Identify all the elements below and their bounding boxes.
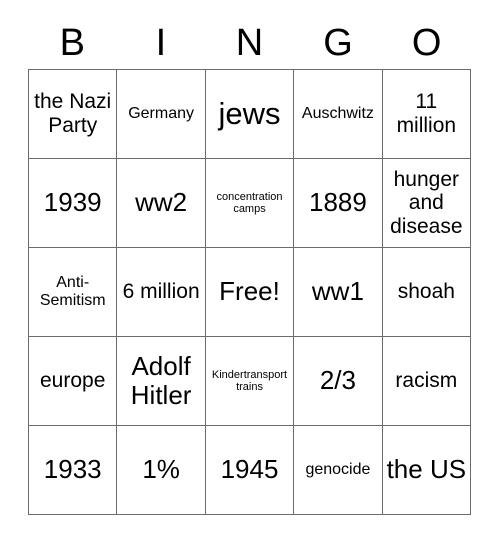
bingo-cell[interactable]: the Nazi Party (29, 70, 118, 158)
bingo-cell-label: Free! (219, 276, 280, 307)
bingo-cell[interactable]: concentration camps (205, 159, 295, 247)
bingo-cell-label: ww2 (135, 187, 188, 218)
bingo-header-letter-b: B (59, 22, 85, 64)
bingo-cell-label: 11 million (396, 90, 457, 137)
bingo-cell[interactable]: 1933 (29, 426, 118, 514)
bingo-cell[interactable]: europe (29, 337, 118, 425)
bingo-cell-label: 6 million (122, 280, 200, 304)
bingo-header-row: B I N G O (28, 18, 471, 68)
bingo-card: B I N G O the Nazi Party Germany jews Au… (0, 0, 500, 544)
bingo-cell-label: ww1 (311, 276, 364, 307)
bingo-cell-label: Anti-Semitism (39, 274, 106, 309)
bingo-header-letter-i: I (155, 22, 167, 64)
bingo-cell-free[interactable]: Free! (205, 248, 295, 336)
bingo-row: Anti-Semitism 6 million Free! ww1 shoah (29, 248, 471, 337)
bingo-cell[interactable]: Anti-Semitism (29, 248, 118, 336)
bingo-cell[interactable]: 1939 (29, 159, 118, 247)
bingo-cell-label: 1% (142, 454, 180, 485)
bingo-cell[interactable]: 1945 (205, 426, 295, 514)
bingo-cell-label: jews (218, 95, 281, 131)
bingo-header-letter-n: N (235, 22, 264, 64)
bingo-cell[interactable]: 11 million (382, 70, 471, 158)
bingo-cell-label: genocide (305, 461, 371, 479)
bingo-cell[interactable]: the US (382, 426, 471, 514)
bingo-cell[interactable]: 6 million (117, 248, 206, 336)
bingo-cell[interactable]: 2/3 (294, 337, 383, 425)
bingo-cell[interactable]: Germany (117, 70, 206, 158)
bingo-cell-label: racism (395, 369, 458, 393)
bingo-cell-label: the US (386, 454, 467, 485)
bingo-cell[interactable]: racism (382, 337, 471, 425)
bingo-header-letter-g: G (323, 22, 353, 64)
bingo-cell-label: 1945 (220, 454, 279, 485)
bingo-cell[interactable]: 1889 (294, 159, 383, 247)
bingo-grid: the Nazi Party Germany jews Auschwitz 11… (28, 69, 471, 515)
bingo-cell-label: 1939 (43, 187, 102, 218)
bingo-cell[interactable]: ww2 (117, 159, 206, 247)
bingo-cell-label: Auschwitz (301, 105, 374, 123)
bingo-cell[interactable]: genocide (294, 426, 383, 514)
bingo-row: 1933 1% 1945 genocide the US (29, 426, 471, 514)
bingo-header-letter-o: O (411, 22, 442, 64)
bingo-cell[interactable]: shoah (382, 248, 471, 336)
bingo-cell[interactable]: Adolf Hitler (117, 337, 206, 425)
bingo-cell[interactable]: Kindertransport trains (205, 337, 295, 425)
bingo-cell[interactable]: hunger and disease (382, 159, 471, 247)
bingo-cell-label: shoah (397, 280, 455, 304)
bingo-row: the Nazi Party Germany jews Auschwitz 11… (29, 70, 471, 159)
bingo-cell-label: 2/3 (319, 365, 356, 396)
bingo-cell-label: 1889 (309, 187, 367, 218)
bingo-cell-label: Kindertransport trains (211, 368, 288, 393)
bingo-cell-label: hunger and disease (390, 167, 463, 238)
bingo-cell[interactable]: jews (205, 70, 295, 158)
bingo-cell[interactable]: 1% (117, 426, 206, 514)
bingo-cell-label: europe (40, 369, 106, 393)
bingo-cell[interactable]: Auschwitz (294, 70, 383, 158)
bingo-row: europe Adolf Hitler Kindertransport trai… (29, 337, 471, 426)
bingo-cell-label: 1933 (43, 454, 102, 485)
bingo-row: 1939 ww2 concentration camps 1889 hunger… (29, 159, 471, 248)
bingo-cell-label: Adolf Hitler (130, 350, 192, 410)
bingo-cell-label: concentration camps (216, 190, 283, 215)
bingo-cell-label: Germany (128, 105, 194, 123)
bingo-cell-label: the Nazi Party (34, 90, 112, 137)
bingo-cell[interactable]: ww1 (294, 248, 383, 336)
